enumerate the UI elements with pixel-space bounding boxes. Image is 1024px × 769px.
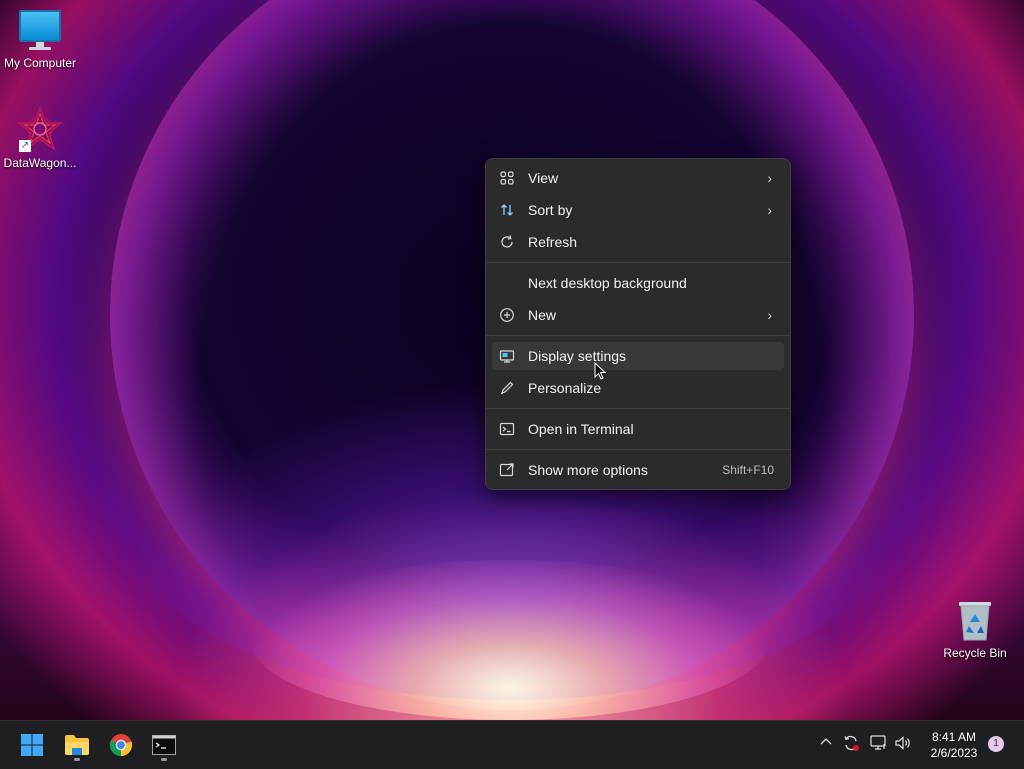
network-icon[interactable] (870, 735, 888, 754)
chevron-right-icon: › (767, 170, 772, 186)
menu-item-label: Open in Terminal (528, 421, 634, 437)
volume-icon[interactable] (894, 735, 912, 754)
taskbar-file-explorer[interactable] (59, 727, 95, 763)
desktop-icon-label: Recycle Bin (943, 646, 1007, 660)
menu-item-label: Personalize (528, 380, 602, 396)
sort-icon (499, 202, 515, 218)
chevron-right-icon: › (767, 202, 772, 218)
menu-item-display-settings[interactable]: Display settings (492, 342, 784, 370)
menu-item-refresh[interactable]: Refresh (492, 228, 784, 256)
chevron-right-icon: › (767, 307, 772, 323)
wallpaper-bottom-glow (250, 560, 770, 720)
folder-icon (64, 734, 90, 761)
pen-icon (499, 380, 515, 396)
sync-icon[interactable] (842, 734, 860, 755)
menu-item-show-more-options[interactable]: Show more options Shift+F10 (492, 456, 784, 484)
menu-separator (486, 449, 790, 450)
desktop-icon-label: DataWagon... (3, 156, 77, 170)
menu-item-label: New (528, 307, 557, 323)
terminal-icon (499, 421, 515, 437)
menu-item-sort-by[interactable]: Sort by › (492, 196, 784, 224)
menu-item-label: Sort by (528, 202, 573, 218)
desktop-icon-recycle-bin[interactable]: Recycle Bin (935, 598, 1015, 660)
recycle-bin-icon (956, 598, 994, 642)
computer-icon (19, 10, 61, 52)
menu-separator (486, 335, 790, 336)
desktop-icon-datawagon[interactable]: ↗ DataWagon... (0, 106, 80, 170)
desktop-icon-label: My Computer (3, 56, 77, 70)
grid-icon (499, 170, 515, 186)
mouse-cursor-icon (594, 361, 607, 385)
show-hidden-icons-chevron-up-icon[interactable] (819, 735, 833, 752)
menu-item-label: Next desktop background (528, 275, 687, 291)
menu-item-label: View (528, 170, 559, 186)
clock-date: 2/6/2023 (930, 746, 978, 760)
display-icon (499, 348, 515, 364)
refresh-icon (499, 234, 515, 250)
chrome-icon (109, 733, 133, 762)
menu-item-open-in-terminal[interactable]: Open in Terminal (492, 415, 784, 443)
taskbar-terminal[interactable] (146, 727, 182, 763)
menu-item-label: Display settings (528, 348, 627, 364)
desktop-context-menu: View › Sort by › Refresh Next desktop ba… (485, 158, 791, 490)
plus-circle-icon (499, 307, 515, 323)
notification-badge[interactable]: 1 (988, 736, 1004, 752)
taskbar-chrome[interactable] (103, 727, 139, 763)
clock-time: 8:41 AM (931, 730, 977, 744)
menu-separator (486, 408, 790, 409)
terminal-icon (152, 735, 176, 760)
menu-item-shortcut: Shift+F10 (722, 463, 774, 477)
open-external-icon (499, 462, 515, 478)
menu-item-label: Refresh (528, 234, 578, 250)
datawagon-icon: ↗ (17, 106, 63, 152)
taskbar: 8:41 AM 2/6/2023 (0, 720, 1024, 769)
desktop-icon-my-computer[interactable]: My Computer (0, 10, 80, 70)
menu-item-new[interactable]: New › (492, 301, 784, 329)
menu-item-label: Show more options (528, 462, 648, 478)
start-button[interactable] (14, 727, 50, 763)
menu-item-next-desktop-background[interactable]: Next desktop background (492, 269, 784, 297)
running-indicator (161, 758, 167, 761)
menu-item-personalize[interactable]: Personalize (492, 374, 784, 402)
running-indicator (74, 758, 80, 761)
shortcut-arrow-icon: ↗ (19, 140, 31, 152)
menu-separator (486, 262, 790, 263)
windows-start-icon (20, 733, 44, 762)
clock[interactable]: 8:41 AM 2/6/2023 (918, 729, 990, 761)
menu-item-view[interactable]: View › (492, 164, 784, 192)
